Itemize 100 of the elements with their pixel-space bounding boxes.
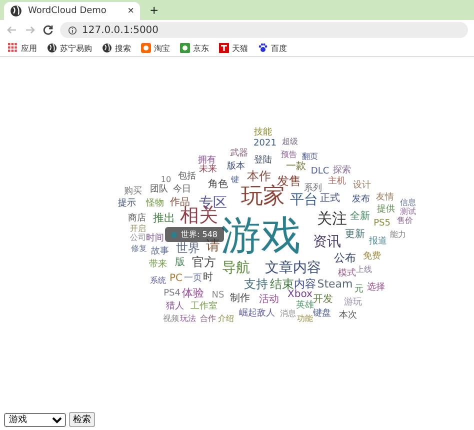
cloud-word: 超级: [282, 138, 298, 146]
tooltip-text: 世界: 548: [181, 229, 218, 239]
cloud-word: 选择: [367, 284, 385, 292]
cloud-word: 上线: [356, 266, 372, 274]
cloud-word: 本作: [247, 170, 271, 182]
cloud-word: 消息: [280, 310, 296, 318]
close-tab-button[interactable]: ×: [128, 5, 134, 17]
cloud-word: 工作室: [190, 302, 218, 312]
cloud-word: 键盘: [313, 310, 331, 318]
cloud-word: 信息: [400, 199, 416, 207]
bookmark-link[interactable]: 应用: [8, 42, 37, 54]
cloud-word: 元: [354, 286, 364, 294]
back-icon[interactable]: [6, 24, 18, 36]
cloud-word: 发布: [352, 196, 370, 204]
paw-icon: [258, 43, 268, 53]
cloud-word: 正式: [320, 194, 340, 204]
url-text: 127.0.0.1:5000: [82, 24, 159, 36]
cloud-word: 请: [206, 239, 220, 253]
cloud-word: 合作: [200, 315, 216, 323]
cloud-word: 包括: [178, 172, 196, 182]
cloud-word: 提供: [377, 206, 395, 214]
cloud-word: 制作: [230, 294, 250, 304]
cloud-word: NS: [212, 292, 224, 300]
cloud-word: 预告: [281, 151, 297, 159]
info-icon: [68, 26, 77, 34]
bookmark-link[interactable]: 搜索: [102, 42, 131, 54]
cloud-word: 2021: [254, 140, 276, 148]
cloud-word: Steam: [317, 278, 353, 290]
cloud-word: 今日: [173, 186, 191, 194]
browser-tab[interactable]: WordCloud Demo ×: [4, 2, 140, 20]
cloud-word: 未来: [199, 166, 217, 174]
cloud-word: 崛起敌人: [239, 310, 275, 318]
cloud-word: 作品: [170, 198, 190, 208]
cloud-word: PC: [170, 274, 182, 284]
cloud-word: 系统: [150, 277, 166, 285]
cloud-word: 内容: [294, 278, 316, 290]
cloud-word: DLC: [310, 168, 330, 176]
cloud-word: PS4: [164, 290, 180, 298]
cloud-word: 公司: [130, 234, 146, 242]
cloud-word: 提示: [118, 200, 136, 208]
cloud-word: 能力: [390, 231, 406, 239]
bookmark-link[interactable]: 苏宁易购: [47, 42, 92, 54]
cloud-word: 功能: [297, 315, 313, 323]
cloud-word: 团队: [150, 186, 168, 194]
cloud-word: 时间: [146, 234, 164, 244]
cloud-word: 购买: [124, 188, 142, 196]
cloud-word: 技能: [254, 128, 272, 138]
cloud-word: 友情: [376, 194, 394, 202]
cloud-word: 商店: [128, 214, 146, 224]
cloud-word: 设计: [353, 182, 371, 190]
cloud-word: 主机: [328, 178, 346, 186]
search-button[interactable]: 检索: [69, 412, 95, 427]
bookmark-link[interactable]: 百度: [258, 42, 287, 54]
cloud-word: 玩家: [241, 186, 285, 208]
cloud-word: 时: [203, 273, 213, 283]
cloud-word: 导航: [222, 261, 250, 275]
cloud-word: 官方: [192, 256, 216, 268]
cloud-word: 介绍: [218, 315, 234, 323]
cloud-word: 世界: [176, 242, 200, 254]
cloud-word: 翻页: [302, 153, 318, 161]
cloud-word: 游戏: [221, 218, 301, 254]
cloud-word: 拥有: [198, 156, 216, 166]
cloud-word: 推出: [153, 212, 175, 224]
new-tab-button[interactable]: +: [146, 2, 162, 18]
cloud-word: 更新: [345, 230, 365, 240]
cloud-word: 活动: [259, 295, 279, 305]
cloud-word: 一页: [184, 274, 202, 284]
cloud-word: 武器: [230, 150, 248, 158]
cloud-word: 探索: [333, 166, 351, 176]
cloud-word: 免费: [363, 252, 381, 262]
cloud-word: 测试: [400, 208, 416, 216]
cloud-word: 登陆: [254, 156, 272, 166]
cloud-word: 游玩: [344, 298, 362, 308]
reload-icon[interactable]: [42, 24, 54, 36]
cloud-word: 故事: [151, 248, 169, 256]
cloud-word: 公布: [334, 252, 356, 264]
cloud-word: 报道: [369, 238, 387, 246]
cloud-word: 版: [175, 258, 185, 268]
cloud-word: 怪物: [146, 200, 164, 208]
category-select[interactable]: 游戏: [4, 412, 66, 426]
cloud-word: 相关: [180, 206, 218, 226]
cloud-word: 开启: [130, 225, 146, 233]
address-bar[interactable]: 127.0.0.1:5000: [60, 22, 468, 38]
cloud-word: 带来: [149, 260, 167, 270]
cloud-word: 英雄: [296, 302, 314, 310]
cloud-word: 资讯: [313, 235, 341, 249]
cloud-word: 模式: [338, 270, 356, 278]
cloud-word: Xbox: [288, 290, 312, 300]
bookmark-link[interactable]: 京东: [180, 42, 209, 54]
bookmark-link[interactable]: 淘宝: [141, 42, 170, 54]
apps-grid-icon: [8, 43, 18, 53]
cloud-word: 结束: [270, 278, 294, 290]
bookmark-link[interactable]: 天猫: [219, 42, 248, 54]
cloud-word: 系列: [304, 184, 322, 194]
cloud-word: 10: [160, 176, 172, 184]
cloud-word: 本次: [339, 312, 357, 320]
cloud-word: 猎人: [166, 302, 184, 312]
forward-icon[interactable]: [24, 24, 36, 36]
cloud-word: 发售: [277, 175, 301, 187]
shop-logo-icon: [141, 43, 151, 53]
